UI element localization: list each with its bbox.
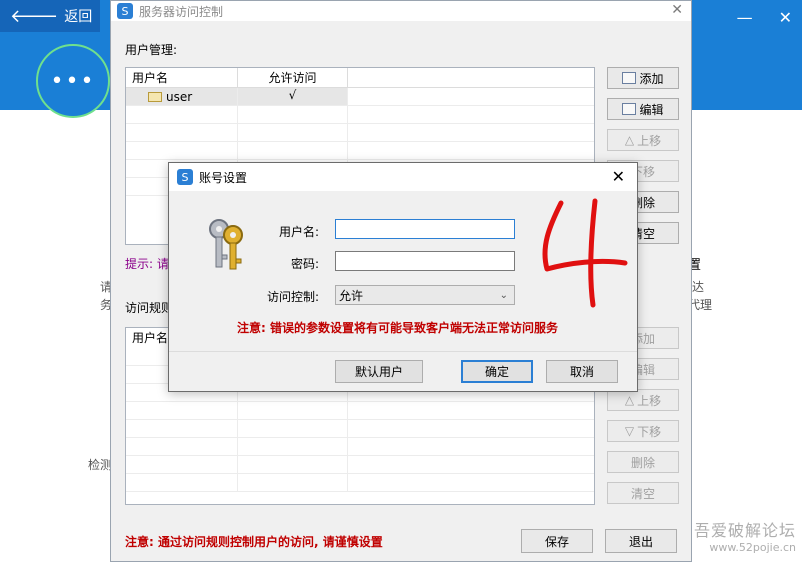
window-controls: — ✕ [737, 8, 792, 27]
bg-text: 检测 [88, 458, 113, 472]
watermark-title: 吾爱破解论坛 [693, 521, 796, 540]
dialog-footer: 默认用户 确定 取消 [169, 351, 637, 391]
app-logo-icon: S [177, 169, 193, 185]
delete-rule-button[interactable]: 删除 [607, 451, 679, 473]
col-header-allowed[interactable]: 允许访问 [238, 68, 348, 87]
access-control-select[interactable]: 允许 ⌄ [335, 285, 515, 305]
rule-move-down-button[interactable]: ▽ 下移 [607, 420, 679, 442]
watermark: 吾爱破解论坛 www.52pojie.cn [694, 517, 796, 554]
down-arrow-icon: ▽ [624, 424, 635, 438]
window-title: 服务器访问控制 [139, 4, 224, 19]
bottom-warning: 注意: 通过访问规则控制用户的访问, 请谨慎设置 [125, 535, 383, 549]
table-row[interactable]: user √ [126, 88, 594, 106]
rules-label: 访问规则 [125, 301, 174, 315]
dialog-title: 账号设置 [199, 170, 248, 185]
up-arrow-icon: △ [624, 133, 635, 147]
add-user-button[interactable]: 添加 [607, 67, 679, 89]
edit-icon [622, 103, 637, 115]
minimize-icon[interactable]: — [737, 8, 753, 27]
password-input[interactable] [335, 251, 515, 271]
edit-user-button[interactable]: 编辑 [607, 98, 679, 120]
window-titlebar: S 服务器访问控制 [111, 1, 691, 21]
clear-rules-button[interactable]: 清空 [607, 482, 679, 504]
default-user-button[interactable]: 默认用户 [335, 360, 423, 383]
row-allowed: √ [238, 88, 348, 105]
back-button[interactable]: 🡐 返回 [0, 0, 100, 32]
back-label: 返回 [64, 9, 93, 25]
move-up-button[interactable]: △ 上移 [607, 129, 679, 151]
account-settings-dialog: S 账号设置 ✕ 用户名: 密码: 访问控制: 允许 ⌄ 注意: 错误的参数设置… [168, 162, 638, 392]
close-icon[interactable]: ✕ [671, 2, 683, 18]
save-button[interactable]: 保存 [521, 529, 593, 553]
more-circle[interactable]: ••• [36, 44, 110, 118]
dialog-close-icon[interactable]: ✕ [612, 167, 625, 186]
ok-button[interactable]: 确定 [461, 360, 533, 383]
dialog-warning: 注意: 错误的参数设置将有可能导致客户端无法正常访问服务 [237, 321, 558, 335]
username-input[interactable] [335, 219, 515, 239]
rule-move-up-button[interactable]: △ 上移 [607, 389, 679, 411]
user-mgmt-label: 用户管理: [125, 43, 178, 57]
cancel-button[interactable]: 取消 [546, 360, 618, 383]
hint-text: 提示: 请 [125, 257, 169, 271]
handwritten-annotation: 4 [542, 198, 628, 308]
up-arrow-icon: △ [624, 393, 635, 407]
close-icon[interactable]: ✕ [779, 8, 792, 27]
dialog-titlebar: S 账号设置 [169, 163, 637, 191]
app-logo-icon: S [117, 3, 133, 19]
bg-text: 达 [692, 280, 705, 294]
user-icon [148, 91, 162, 102]
watermark-url: www.52pojie.cn [709, 541, 796, 554]
back-arrow-icon: 🡐 [10, 5, 59, 27]
chevron-down-icon: ⌄ [499, 289, 508, 301]
username-label: 用户名: [278, 225, 319, 239]
access-control-label: 访问控制: [266, 290, 319, 304]
password-label: 密码: [290, 257, 319, 271]
col-header-username[interactable]: 用户名 [126, 68, 238, 87]
row-username: user [166, 89, 193, 104]
add-icon [622, 72, 637, 84]
exit-button[interactable]: 退出 [605, 529, 677, 553]
access-control-value: 允许 [339, 288, 364, 303]
